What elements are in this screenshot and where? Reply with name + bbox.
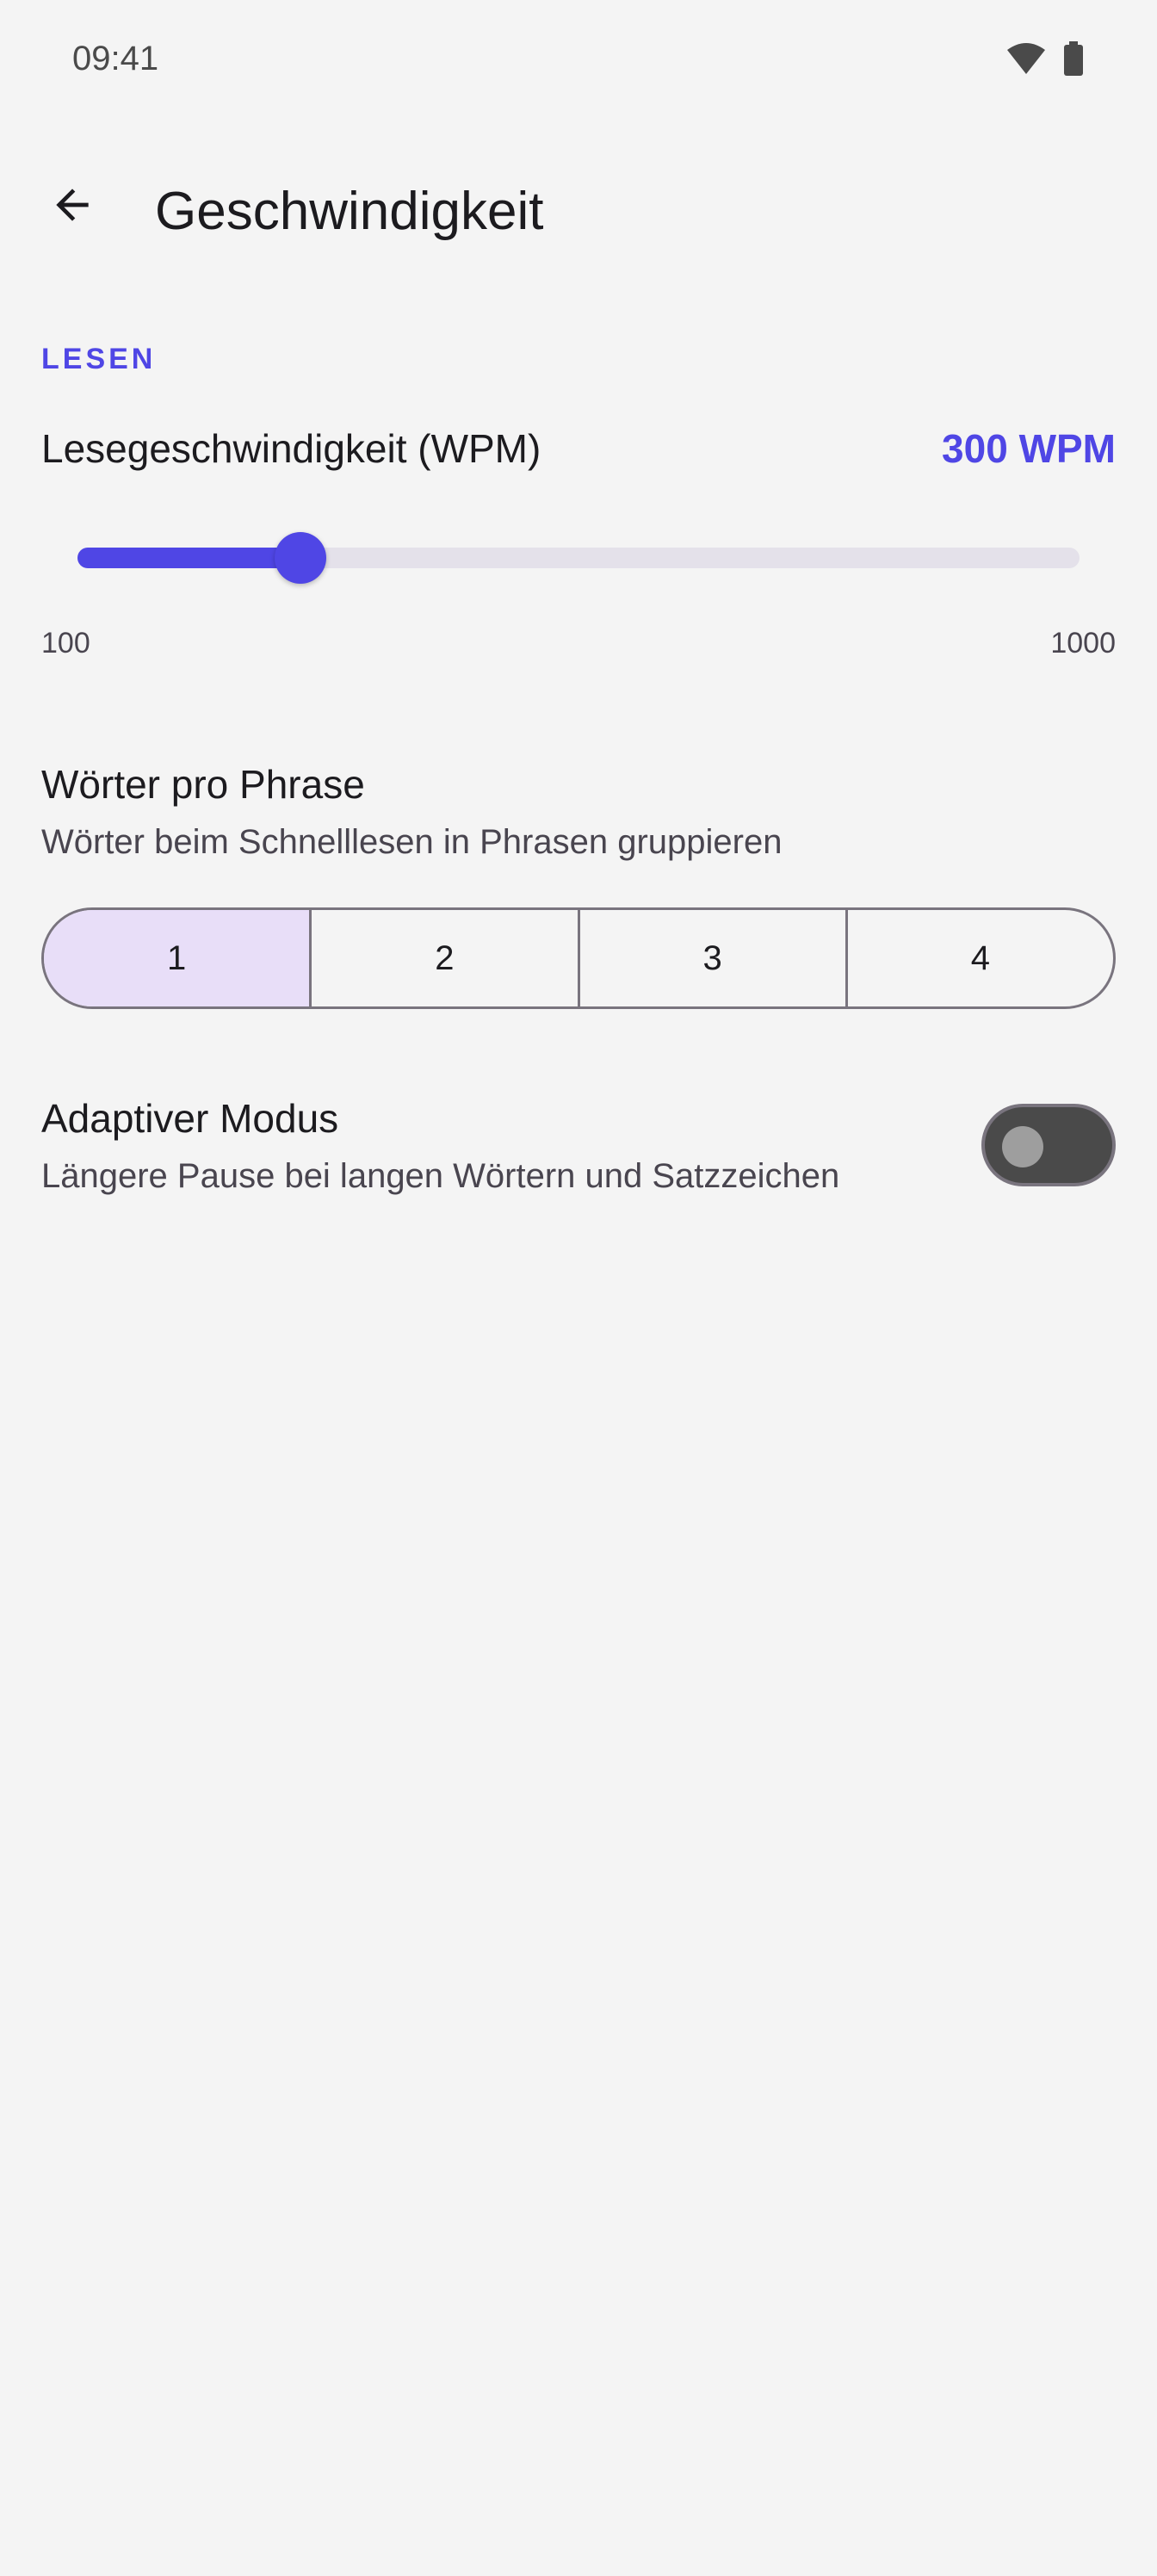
adaptive-mode-title: Adaptiver Modus [41, 1096, 339, 1141]
segment-option-3[interactable]: 3 [580, 910, 848, 1006]
words-per-phrase-title: Wörter pro Phrase [41, 762, 365, 807]
adaptive-mode-subtitle: Längere Pause bei langen Wörtern und Sat… [41, 1157, 840, 1195]
status-icons [1005, 41, 1085, 80]
battery-icon [1062, 41, 1085, 80]
reading-speed-label: Lesegeschwindigkeit (WPM) [41, 426, 541, 471]
section-header-reading: LESEN [41, 343, 157, 375]
switch-thumb [1002, 1126, 1043, 1167]
arrow-back-icon [48, 181, 96, 233]
page-title: Geschwindigkeit [155, 182, 544, 241]
back-button[interactable] [38, 172, 107, 241]
words-per-phrase-segmented-control: 1 2 3 4 [41, 907, 1116, 1009]
segment-option-2[interactable]: 2 [312, 910, 580, 1006]
status-time: 09:41 [72, 40, 159, 77]
reading-speed-value: 300 WPM [942, 426, 1116, 471]
adaptive-mode-switch[interactable] [981, 1104, 1116, 1186]
reading-speed-slider[interactable] [77, 532, 1080, 584]
words-per-phrase-subtitle: Wörter beim Schnelllesen in Phrasen grup… [41, 823, 783, 861]
speed-settings-screen: 09:41 Geschwindigkeit LESEN Lesegeschwin… [0, 0, 1157, 2576]
segment-option-1[interactable]: 1 [44, 910, 312, 1006]
slider-thumb[interactable] [274, 532, 326, 584]
wifi-icon [1005, 41, 1047, 80]
slider-active-track [77, 548, 300, 568]
slider-max-label: 1000 [1050, 627, 1116, 659]
slider-min-label: 100 [41, 627, 90, 659]
segment-option-4[interactable]: 4 [848, 910, 1113, 1006]
